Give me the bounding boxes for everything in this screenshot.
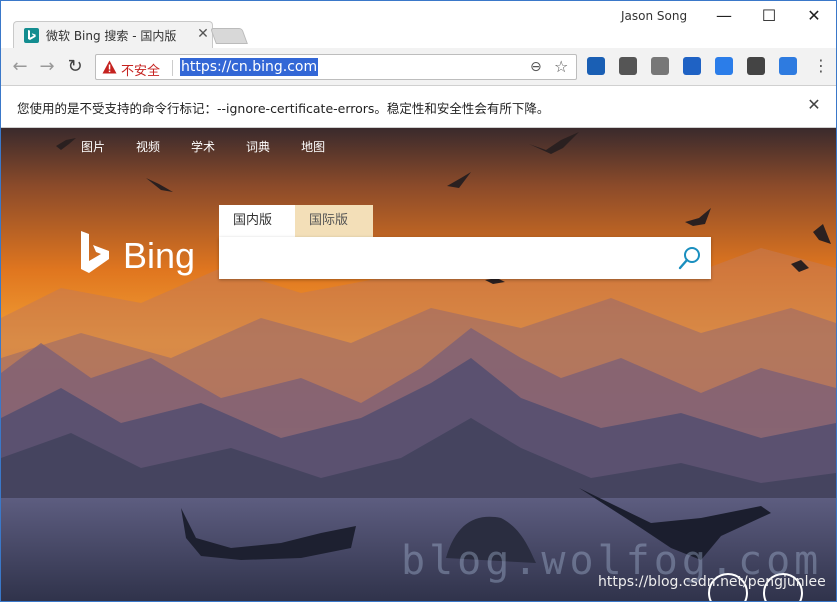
bing-favicon-icon [24, 28, 39, 43]
bing-page: 图片 视频 学术 词典 地图 Bing 国内版 国际版 blog.wolfog.com … [1, 128, 836, 601]
reload-button[interactable]: ↻ [64, 56, 86, 78]
bing-logo[interactable]: Bing [79, 231, 199, 279]
edit-icon[interactable] [715, 57, 733, 75]
search-input[interactable] [227, 245, 667, 271]
address-bar[interactable]: 不安全 https://cn.bing.com ⊖ ☆ [95, 54, 577, 80]
search-tab-domestic[interactable]: 国内版 [219, 205, 295, 237]
watermark-text: https://blog.csdn.net/pengjunlee [598, 574, 826, 590]
info-bar: 您使用的是不受支持的命令行标记：--ignore-certificate-err… [1, 86, 836, 128]
browser-window: 微软 Bing 搜索 - 国内版 ✕ Jason Song — ☐ ✕ ← → … [0, 0, 837, 602]
vuejs-icon[interactable] [587, 57, 605, 75]
search-box [219, 237, 711, 279]
browser-menu-icon[interactable]: ⋮ [813, 56, 829, 76]
qr-code-icon[interactable] [619, 57, 637, 75]
warning-icon [102, 60, 117, 74]
close-window-button[interactable]: ✕ [796, 3, 832, 29]
info-bar-close-icon[interactable]: ✕ [805, 96, 823, 114]
security-status[interactable]: 不安全 [121, 60, 160, 79]
browser-toolbar: ← → ↻ 不安全 https://cn.bing.com ⊖ ☆ ⋮ [1, 48, 836, 86]
zoom-icon[interactable]: ⊖ [530, 59, 542, 75]
search-icon[interactable] [677, 245, 703, 271]
bing-wordmark: Bing [123, 235, 196, 276]
bing-logo-icon [81, 231, 109, 273]
info-bar-message: 您使用的是不受支持的命令行标记：--ignore-certificate-err… [17, 101, 550, 116]
new-tab-button[interactable] [210, 28, 248, 44]
profile-name[interactable]: Jason Song [621, 9, 687, 23]
reader-icon[interactable] [779, 57, 797, 75]
nav-link-academic[interactable]: 学术 [191, 138, 215, 155]
title-bar: 微软 Bing 搜索 - 国内版 ✕ Jason Song — ☐ ✕ [1, 1, 836, 49]
forward-button[interactable]: → [36, 56, 58, 78]
maximize-button[interactable]: ☐ [751, 3, 787, 29]
nav-link-images[interactable]: 图片 [81, 138, 105, 155]
url-text[interactable]: https://cn.bing.com [180, 58, 319, 76]
tab-bing[interactable]: 微软 Bing 搜索 - 国内版 ✕ [13, 21, 213, 49]
bookmark-star-icon[interactable]: ☆ [554, 57, 568, 76]
nav-link-maps[interactable]: 地图 [301, 138, 325, 155]
hero-background [1, 128, 836, 601]
layers-icon[interactable] [651, 57, 669, 75]
bing-top-nav: 图片 视频 学术 词典 地图 [81, 138, 356, 155]
tab-title: 微软 Bing 搜索 - 国内版 [46, 29, 177, 43]
nav-link-dictionary[interactable]: 词典 [246, 138, 270, 155]
nav-link-videos[interactable]: 视频 [136, 138, 160, 155]
tab-close-icon[interactable]: ✕ [196, 27, 210, 41]
omnibox-divider [172, 60, 173, 76]
search-tab-international[interactable]: 国际版 [295, 205, 373, 237]
dictionary-icon[interactable] [747, 57, 765, 75]
translate-icon[interactable] [683, 57, 701, 75]
back-button[interactable]: ← [9, 56, 31, 78]
minimize-button[interactable]: — [706, 3, 742, 29]
